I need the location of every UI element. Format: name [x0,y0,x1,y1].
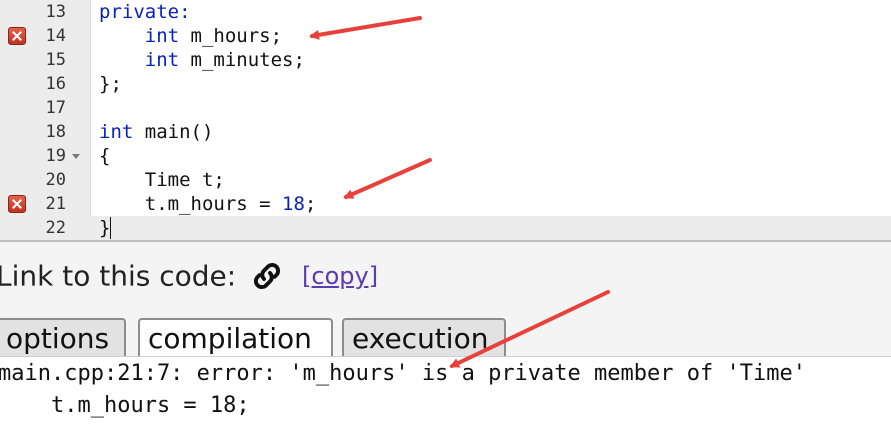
code-line-14[interactable]: 14 int m_hours; [0,24,891,48]
error-marker-icon[interactable] [8,195,26,213]
compilation-output: main.cpp:21:7: error: 'm_hours' is a pri… [0,356,891,431]
link-to-code-row: Link to this code: [copy] [0,258,378,298]
error-source-line: t.m_hours = 18; [0,393,250,418]
code-line-21[interactable]: 21 t.m_hours = 18; [0,192,891,216]
line-number: 22 [45,218,66,238]
code-line-19[interactable]: 19 { [0,144,891,168]
code-line-15[interactable]: 15 int m_minutes; [0,48,891,72]
line-number: 13 [45,2,66,22]
code-line-18[interactable]: 18 int main() [0,120,891,144]
code-text: private: [99,1,191,23]
line-number: 20 [45,170,66,190]
line-number: 17 [45,98,66,118]
code-line-13[interactable]: 13 private: [0,0,891,24]
code-text: { [99,145,111,167]
code-text: int main() [99,121,214,143]
error-message: main.cpp:21:7: error: 'm_hours' is a pri… [0,361,806,386]
code-line-20[interactable]: 20 Time t; [0,168,891,192]
code-text: int m_hours; [144,25,283,47]
code-editor[interactable]: 13 private: 14 int m_hours; 15 int m_min… [0,0,891,240]
code-text: } [99,217,112,239]
fold-toggle-icon[interactable] [72,154,80,159]
code-text: t.m_hours = 18; [99,193,317,215]
line-number: 19 [45,146,66,166]
link-label: Link to this code: [0,259,237,293]
line-number: 15 [45,50,66,70]
code-line-16[interactable]: 16 }; [0,72,891,96]
link-icon [254,262,281,290]
tab-compilation[interactable]: compilation [138,318,333,358]
code-text: int m_minutes; [144,49,305,71]
copy-link[interactable]: [copy] [302,262,378,290]
line-number: 14 [45,26,66,46]
code-line-17[interactable]: 17 [0,96,891,120]
error-marker-icon[interactable] [8,27,26,45]
tab-execution[interactable]: execution [342,318,506,356]
code-text: Time t; [99,169,225,191]
code-text: }; [99,73,122,95]
line-number: 18 [45,122,66,142]
line-number: 16 [45,74,66,94]
code-line-22[interactable]: 22 } [0,216,891,240]
line-number: 21 [45,194,66,214]
tab-options[interactable]: options [0,318,126,356]
